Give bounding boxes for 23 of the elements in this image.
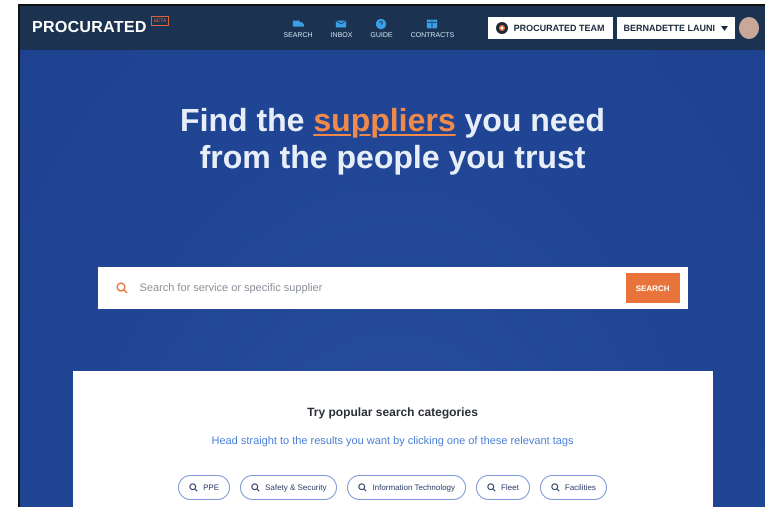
category-tag[interactable]: Facilities — [540, 475, 607, 500]
search-icon — [358, 483, 368, 492]
envelope-icon — [335, 18, 348, 30]
avatar[interactable] — [739, 17, 759, 39]
book-icon — [426, 18, 438, 30]
category-tag[interactable]: Information Technology — [347, 475, 466, 500]
category-tag[interactable]: PPE — [178, 475, 230, 500]
category-tag[interactable]: Fleet — [476, 475, 530, 500]
category-tag[interactable]: Safety & Security — [240, 475, 338, 500]
headline: Find the suppliers you need from the people you trust — [180, 102, 605, 176]
search-icon — [487, 483, 496, 492]
logo[interactable]: PROCURATED — [32, 19, 147, 37]
caret-icon — [721, 26, 728, 30]
chat-bubble-icon — [496, 22, 508, 34]
search-icon — [550, 483, 560, 492]
categories-title: Try popular search categories — [307, 405, 478, 419]
user-menu[interactable]: BERNADETTE LAUNI — [616, 17, 735, 39]
search-icon — [189, 483, 198, 492]
help-icon — [375, 18, 388, 30]
categories-subtitle: Head straight to the results you want by clicking one of these relevant tags — [212, 435, 574, 447]
search-icon — [251, 483, 260, 492]
search-icon — [116, 282, 128, 294]
team-button[interactable]: PROCURATED TEAM — [488, 17, 612, 39]
